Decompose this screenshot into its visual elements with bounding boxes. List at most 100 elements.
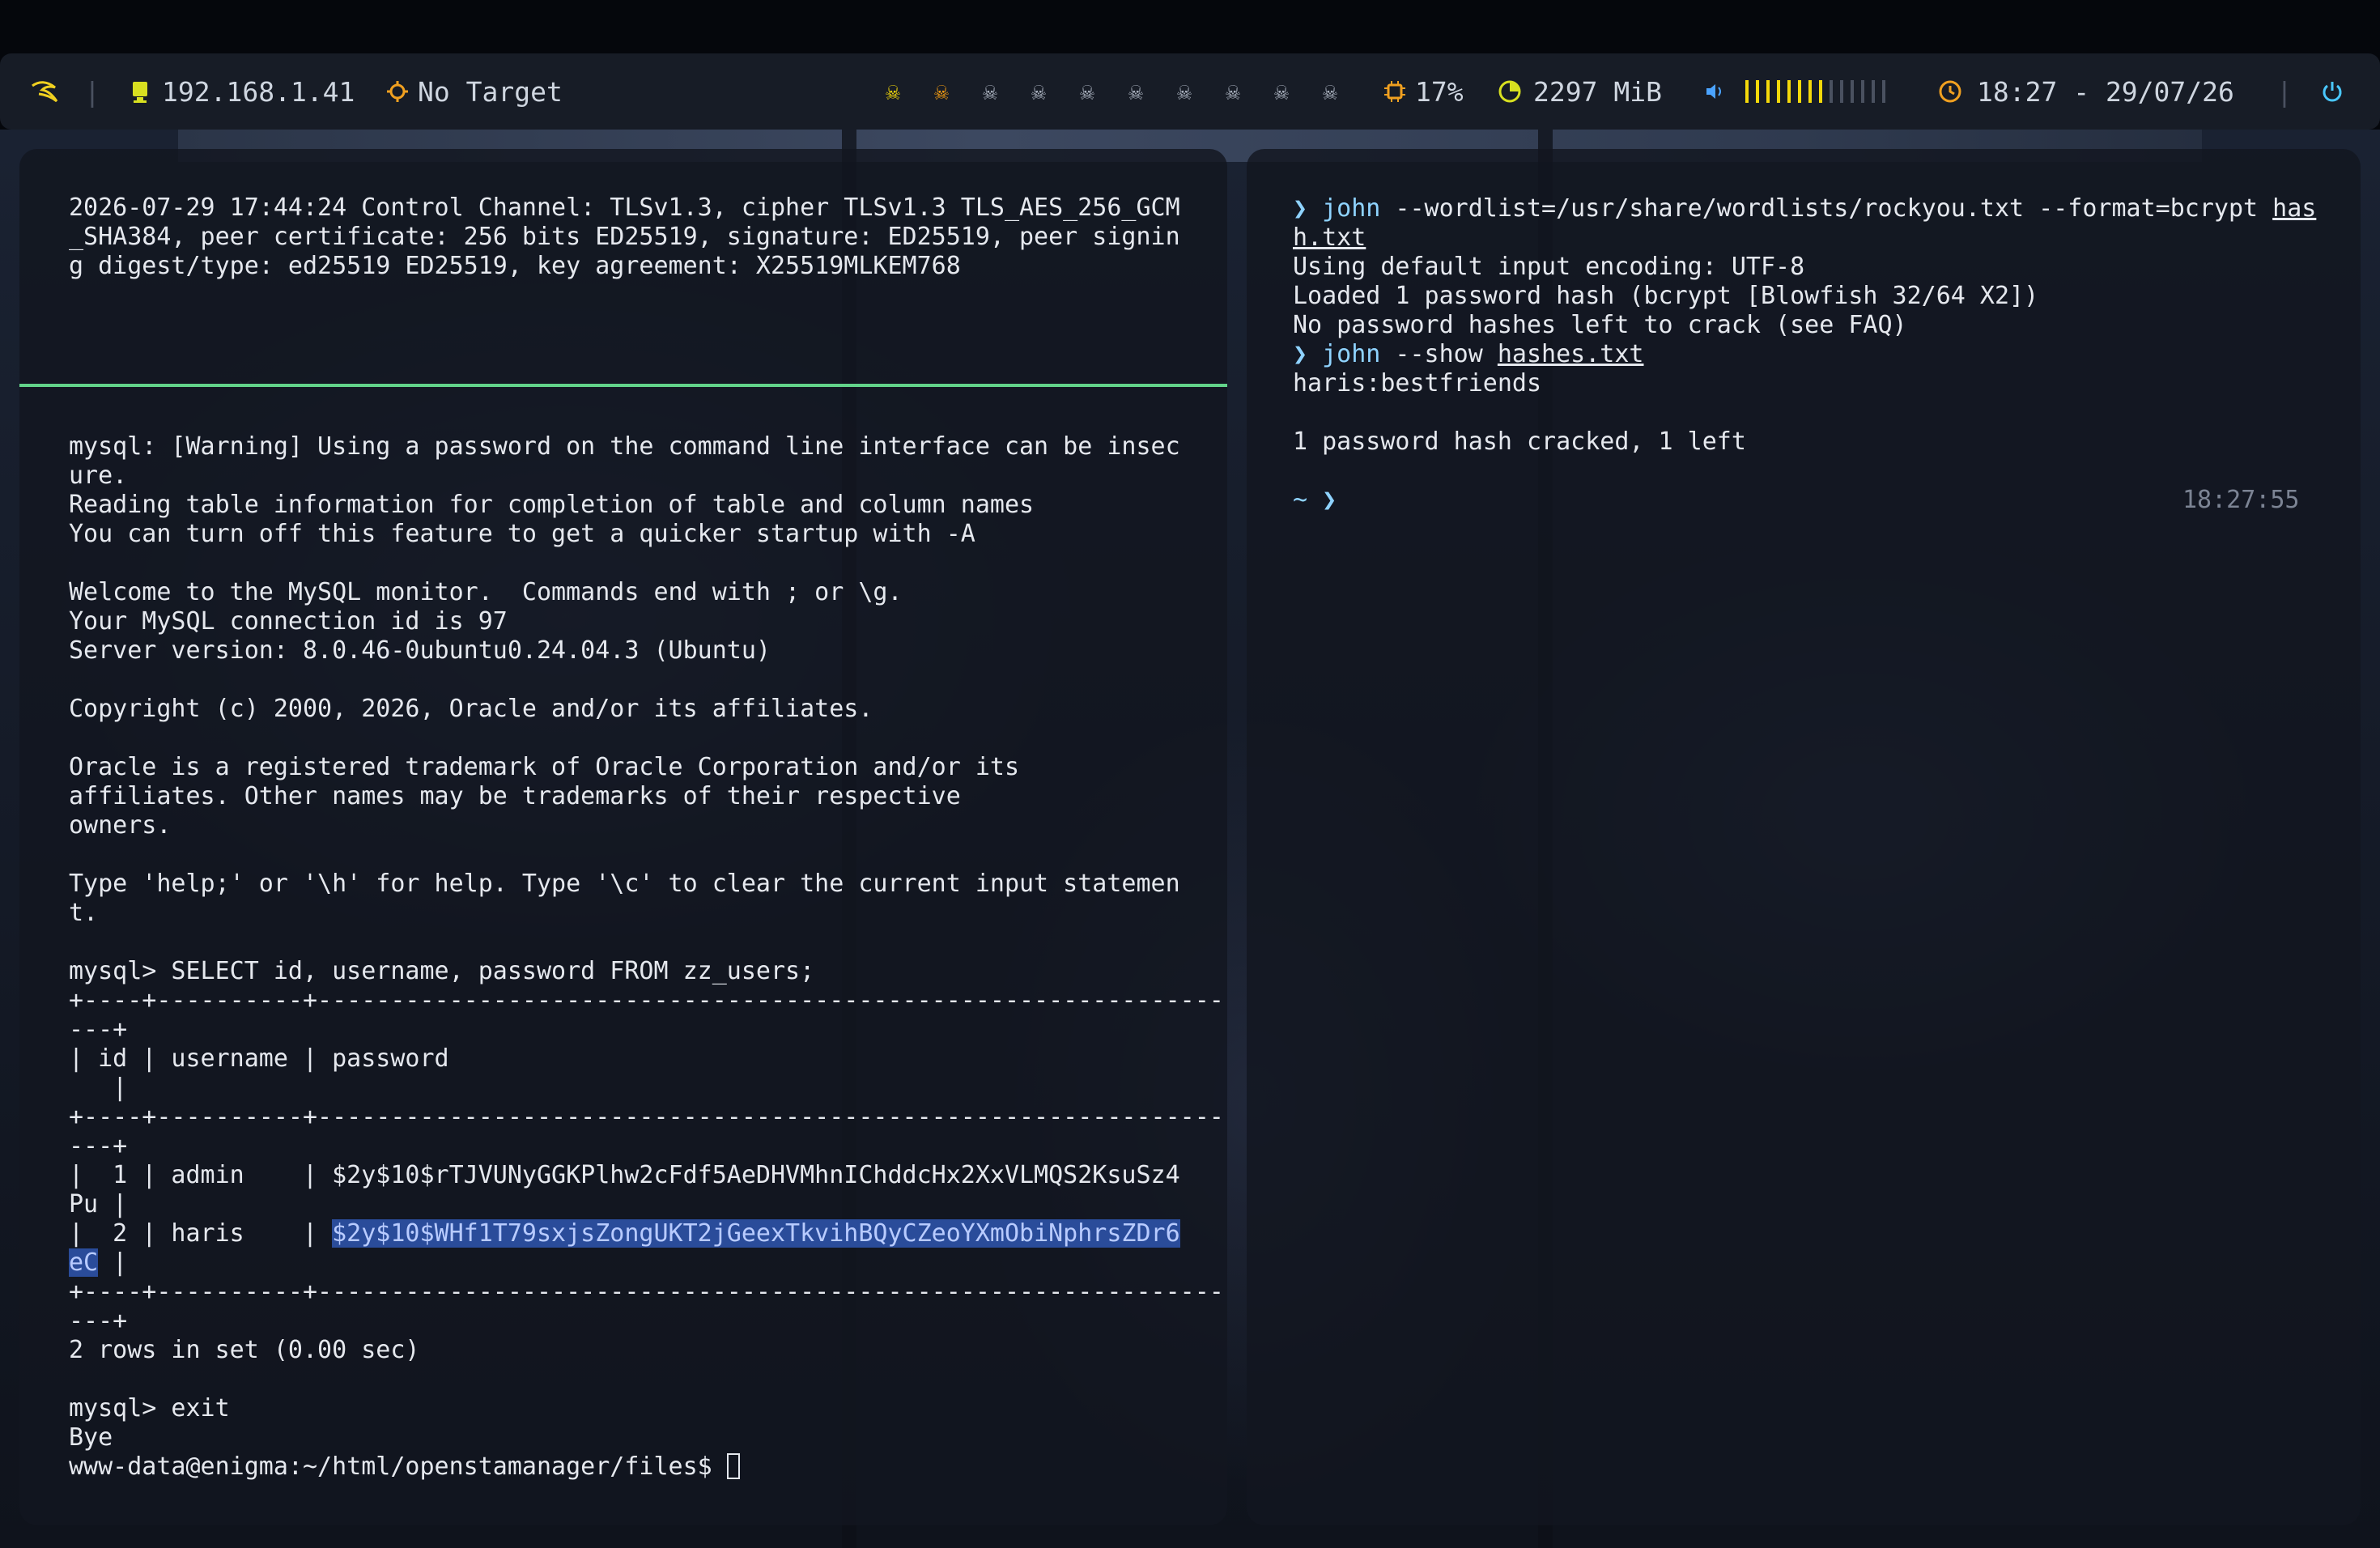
volume-level-bar[interactable]	[1745, 80, 1885, 103]
terminal-line: | id | username | password	[69, 1044, 449, 1073]
tls-log-line: 2026-07-29 17:44:24 Control Channel: TLS…	[69, 194, 1180, 222]
volume-segment	[1861, 80, 1864, 103]
workspace-8-skull-icon[interactable]: ☠	[1222, 78, 1244, 106]
hash-row-haris: | 2 | haris | $2y$10$WHf1T79sxjsZongUKT2…	[69, 1219, 1180, 1248]
launcher-button[interactable]	[31, 53, 60, 130]
terminal-line: mysql: [Warning] Using a password on the…	[69, 432, 1180, 461]
file-link[interactable]: hashes.txt	[1498, 340, 1644, 368]
cpu-widget: 17%	[1383, 53, 1464, 130]
command-line-1-wrap: h.txt	[1293, 223, 1366, 253]
prompt-chevron-icon: ❯	[1322, 486, 1337, 514]
terminal-line: owners.	[69, 811, 172, 840]
workspace-6-skull-icon[interactable]: ☠	[1124, 78, 1147, 106]
terminal-line: t.	[69, 899, 99, 927]
terminal-line: Copyright (c) 2000, 2026, Oracle and/or …	[69, 695, 873, 723]
terminal-line: +----+----------+-----------------------…	[69, 1103, 1224, 1131]
command-name: john	[1322, 340, 1381, 368]
target-label: No Target	[418, 75, 563, 108]
workspace-2-skull-icon[interactable]: ☠	[930, 78, 953, 106]
volume-segment	[1851, 80, 1854, 103]
terminal-line: +----+----------+-----------------------…	[69, 986, 1224, 1014]
ip-widget: 192.168.1.41	[130, 53, 355, 130]
volume-segment	[1882, 80, 1885, 103]
command-line-2: ❯ john --show hashes.txt	[1293, 340, 1644, 369]
text-cursor	[726, 1453, 740, 1479]
hash-row-haris-wrap: eC |	[69, 1248, 127, 1278]
terminal-line: ---+	[69, 1307, 128, 1335]
speaker-icon	[1706, 84, 1721, 99]
split-divider[interactable]	[19, 384, 1227, 387]
output-line: 1 password hash cracked, 1 left	[1293, 427, 1746, 456]
monitor-icon	[133, 82, 147, 103]
terminal-line: mysql> exit	[69, 1394, 230, 1423]
kali-dragon-icon	[32, 81, 58, 103]
memory-pie-icon	[1498, 80, 1521, 103]
memory-usage: 2297 MiB	[1533, 75, 1662, 108]
terminal-line: affiliates. Other names may be trademark…	[69, 782, 961, 810]
power-icon	[2323, 82, 2342, 102]
terminal-left[interactable]: 2026-07-29 17:44:24 Control Channel: TLS…	[19, 149, 1227, 1525]
datetime: 18:27 - 29/07/26	[1977, 75, 2234, 108]
terminal-line: Your MySQL connection id is 97	[69, 607, 508, 636]
selected-hash-tail[interactable]: eC	[69, 1248, 99, 1277]
selected-hash[interactable]: $2y$10$WHf1T79sxjsZongUKT2jGeexTkvihBQyC…	[332, 1219, 1180, 1248]
volume-widget[interactable]	[1703, 53, 1885, 130]
terminal-line: Oracle is a registered trademark of Orac…	[69, 753, 1019, 781]
terminal-line: Type 'help;' or '\h' for help. Type '\c'…	[69, 870, 1180, 898]
terminal-line: +----+----------+-----------------------…	[69, 1278, 1224, 1306]
shell-prompt: www-data@enigma:~/html/openstamanager/fi…	[69, 1452, 727, 1481]
command-args: --wordlist=/usr/share/wordlists/rockyou.…	[1380, 194, 2273, 223]
workspace-4-skull-icon[interactable]: ☠	[1027, 78, 1050, 106]
command-name: john	[1322, 194, 1381, 223]
output-line: No password hashes left to crack (see FA…	[1293, 311, 1907, 339]
target-widget[interactable]: No Target	[385, 53, 563, 130]
status-bar: | 192.168.1.41 No Target ☠ ☠ ☠ ☠ ☠ ☠ ☠ ☠…	[0, 53, 2380, 130]
memory-widget: 2297 MiB	[1498, 53, 1662, 130]
power-button[interactable]	[2320, 53, 2344, 130]
workspace-10-skull-icon[interactable]: ☠	[1319, 78, 1341, 106]
prompt-chevron-icon: ❯	[1293, 194, 1308, 223]
workspace-7-skull-icon[interactable]: ☠	[1173, 78, 1196, 106]
row-suffix: |	[98, 1248, 128, 1277]
terminal-line: | 1 | admin | $2y$10$rTJVUNyGGKPlhw2cFdf…	[69, 1161, 1180, 1189]
shell-prompt-line[interactable]: www-data@enigma:~/html/openstamanager/fi…	[69, 1452, 740, 1482]
terminal-line: You can turn off this feature to get a q…	[69, 520, 975, 548]
workspace-9-skull-icon[interactable]: ☠	[1270, 78, 1293, 106]
terminal-line: Server version: 8.0.46-0ubuntu0.24.04.3 …	[69, 636, 771, 665]
terminal-line: 2 rows in set (0.00 sec)	[69, 1336, 420, 1364]
output-line: Loaded 1 password hash (bcrypt [Blowfish…	[1293, 282, 2039, 310]
file-link[interactable]: has	[2272, 194, 2316, 223]
volume-segment	[1745, 80, 1749, 103]
volume-segment	[1777, 80, 1780, 103]
volume-segment	[1872, 80, 1875, 103]
current-prompt[interactable]: ~ ❯	[1293, 486, 1337, 515]
workspace-5-skull-icon[interactable]: ☠	[1076, 78, 1099, 106]
terminal-line: Bye	[69, 1423, 113, 1452]
clock-widget: 18:27 - 29/07/26	[1938, 53, 2234, 130]
terminal-line: ---+	[69, 1132, 128, 1160]
file-link-tail[interactable]: h.txt	[1293, 223, 1366, 252]
volume-segment	[1808, 80, 1812, 103]
terminal-line: Reading table information for completion…	[69, 491, 1035, 519]
workspace-1-skull-icon[interactable]: ☠	[882, 78, 904, 106]
cpu-usage: 17%	[1415, 75, 1464, 108]
terminal-line: |	[69, 1074, 128, 1102]
volume-segment	[1798, 80, 1801, 103]
separator: |	[84, 75, 100, 108]
cwd: ~	[1293, 486, 1308, 514]
terminal-right[interactable]: ❯ john --wordlist=/usr/share/wordlists/r…	[1247, 149, 2361, 1525]
row-prefix: | 2 | haris |	[69, 1219, 333, 1248]
prompt-chevron-icon: ❯	[1293, 340, 1308, 368]
cpu-chip-icon	[1384, 81, 1405, 102]
terminal-line: Welcome to the MySQL monitor. Commands e…	[69, 578, 903, 606]
workspace-3-skull-icon[interactable]: ☠	[979, 78, 1001, 106]
crosshair-icon	[387, 81, 408, 102]
command-args: --show	[1380, 340, 1498, 368]
prompt-timestamp: 18:27:55	[2182, 486, 2300, 514]
volume-segment	[1819, 80, 1822, 103]
volume-segment	[1766, 80, 1770, 103]
terminal-line: mysql> SELECT id, username, password FRO…	[69, 957, 815, 985]
workspace-list: ☠ ☠ ☠ ☠ ☠ ☠ ☠ ☠ ☠ ☠	[882, 53, 1367, 130]
terminal-line: Pu |	[69, 1190, 128, 1218]
separator: |	[2276, 75, 2293, 108]
